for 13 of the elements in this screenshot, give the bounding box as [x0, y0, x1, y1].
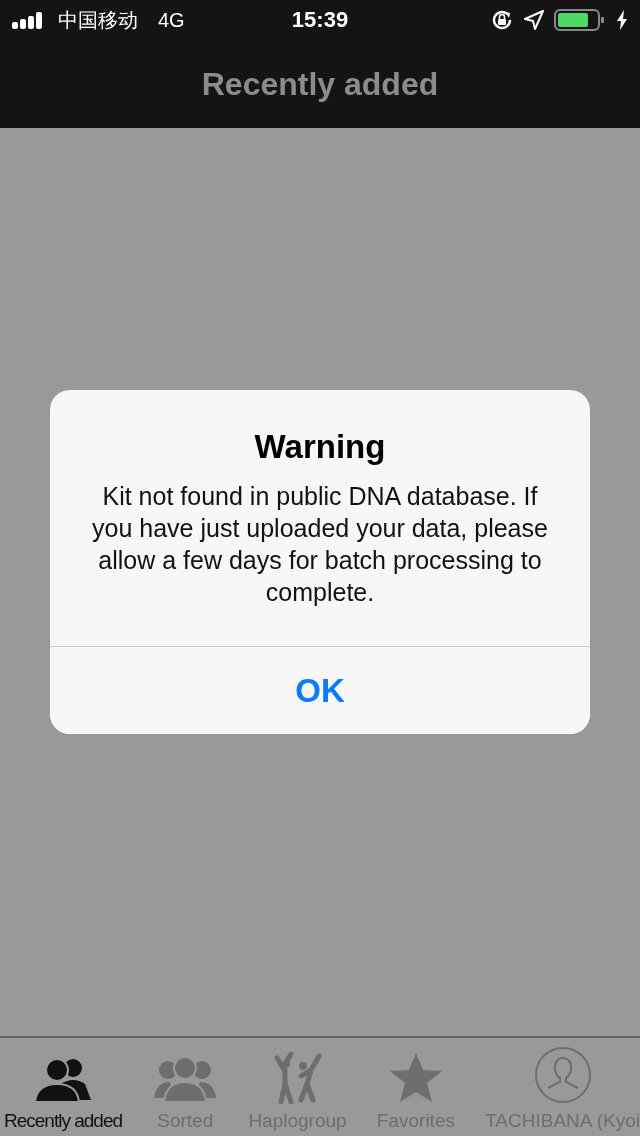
- avatar-icon: [533, 1046, 592, 1104]
- carrier-name: 中国移动: [58, 7, 138, 33]
- alert-message: Kit not found in public DNA database. If you have just uploaded your data, please allow a few days for batch processing to complete.: [91, 481, 549, 608]
- battery-icon: [554, 9, 606, 31]
- alert-title: Warning: [254, 428, 386, 466]
- ok-button[interactable]: OK: [50, 646, 590, 734]
- charging-icon: [616, 10, 628, 30]
- star-icon: [388, 1052, 443, 1104]
- rotation-lock-icon: [490, 8, 514, 32]
- screen-title: Recently added: [201, 65, 439, 103]
- network-type: 4G: [158, 8, 185, 32]
- location-icon: [524, 10, 544, 30]
- status-time: 15:39: [291, 7, 349, 33]
